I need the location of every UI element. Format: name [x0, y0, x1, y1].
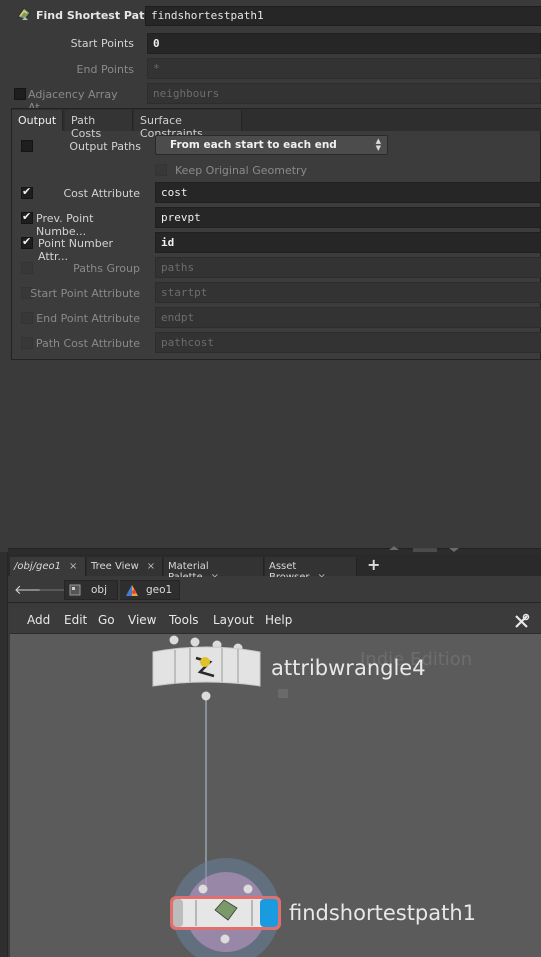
keep-original-geometry-checkbox[interactable]	[155, 164, 167, 176]
output-tab-folder: Output Path Costs Surface Constraints Ou…	[11, 108, 541, 360]
close-tab-icon[interactable]: ×	[147, 561, 155, 572]
pane-tab-label: /obj/geo1	[14, 561, 61, 572]
add-tab-icon[interactable]: +	[367, 555, 380, 574]
menu-layout[interactable]: Layout	[213, 613, 254, 627]
start-point-attribute-label: Start Point Attribute	[30, 287, 140, 300]
findshortestpath1-node	[170, 858, 281, 957]
point-number-attribute-field[interactable]: id	[155, 232, 541, 253]
find-shortest-path-icon	[17, 7, 31, 20]
prev-point-number-label: Prev. Point Numbe...	[36, 212, 94, 238]
pane-tab-asset-browser[interactable]: Asset Browser×	[265, 557, 357, 583]
collapse-down-icon[interactable]	[448, 547, 460, 553]
start-points-label: Start Points	[70, 37, 134, 50]
pane-tab-material-palette[interactable]: Material Palette×	[164, 557, 264, 583]
path-bar: 🡐 🡒 obj geo1	[8, 577, 541, 603]
point-number-attribute-label: Point Number Attr...	[38, 237, 113, 263]
drag-handle-icon[interactable]	[413, 548, 437, 552]
tab-output[interactable]: Output	[12, 110, 63, 131]
keep-original-geometry-label: Keep Original Geometry	[175, 164, 308, 177]
output-paths-label: Output Paths	[69, 140, 141, 153]
breadcrumb-label: geo1	[146, 584, 173, 596]
menu-view[interactable]: View	[128, 613, 156, 627]
node-label-findshortestpath1[interactable]: findshortestpath1	[289, 901, 476, 925]
end-points-field[interactable]: *	[147, 58, 541, 79]
adjacency-array-field[interactable]: neighbours	[147, 83, 541, 104]
menu-edit[interactable]: Edit	[64, 613, 87, 627]
point-number-attribute-checkbox[interactable]	[21, 235, 33, 249]
menu-tools[interactable]: Tools	[169, 613, 199, 627]
tab-strip: Output Path Costs Surface Constraints	[12, 109, 541, 140]
paths-group-label: Paths Group	[73, 262, 140, 275]
node-name-field[interactable]: findshortestpath1	[145, 6, 541, 26]
menu-add[interactable]: Add	[27, 613, 50, 627]
prev-point-number-checkbox[interactable]	[21, 210, 33, 224]
pane-tab-bar: /obj/geo1× Tree View× Material Palette× …	[8, 554, 541, 583]
network-menu-bar: Add Edit Go View Tools Layout Help	[10, 608, 541, 634]
tab-surface-constraints[interactable]: Surface Constraints	[134, 110, 242, 140]
cost-attribute-field[interactable]: cost	[155, 182, 541, 203]
prev-point-number-field[interactable]: prevpt	[155, 207, 541, 228]
menu-help[interactable]: Help	[265, 613, 292, 627]
breadcrumb-label: obj	[91, 584, 108, 596]
menu-go[interactable]: Go	[98, 613, 115, 627]
end-points-label: End Points	[76, 63, 134, 76]
node-label-attribwrangle4[interactable]: attribwrangle4	[271, 656, 426, 680]
node-header: Find Shortest Path findshortestpath1	[8, 3, 541, 28]
menu-arrows-icon: ▲ ▼	[375, 137, 381, 152]
breadcrumb-geo1[interactable]: geo1	[120, 580, 180, 600]
path-cost-attribute-label: Path Cost Attribute	[35, 337, 140, 350]
geo-node-icon	[126, 585, 138, 596]
start-point-attribute-field[interactable]: startpt	[155, 282, 541, 303]
close-tab-icon[interactable]: ×	[69, 561, 77, 572]
output-paths-menu[interactable]: From each start to each end ▲ ▼	[155, 135, 388, 155]
cost-attribute-label: Cost Attribute	[63, 187, 140, 200]
tools-wrench-icon[interactable]	[513, 613, 530, 630]
end-point-attribute-label: End Point Attribute	[36, 312, 140, 325]
attribwrangle4-node	[152, 635, 288, 701]
lock-icon	[278, 689, 288, 698]
obj-network-icon	[69, 584, 81, 596]
path-cost-attribute-field[interactable]: pathcost	[155, 332, 541, 353]
pane-tab-network[interactable]: /obj/geo1 ×	[10, 557, 86, 576]
collapse-up-icon[interactable]	[388, 545, 400, 551]
breadcrumb-obj[interactable]: obj	[64, 580, 118, 600]
output-paths-value: From each start to each end	[170, 139, 337, 151]
paths-group-field[interactable]: paths	[155, 257, 541, 278]
display-flag	[260, 899, 278, 927]
parameter-pane: Find Shortest Path findshortestpath1 Sta…	[0, 0, 541, 552]
pane-tab-tree-view[interactable]: Tree View ×	[87, 557, 163, 576]
node-type-label: Find Shortest Path	[36, 9, 153, 22]
end-point-attribute-field[interactable]: endpt	[155, 307, 541, 328]
pane-tab-label: Tree View	[91, 561, 139, 572]
tab-path-costs[interactable]: Path Costs	[65, 110, 133, 140]
network-editor-canvas[interactable]: Indie Edition attribwrangle4 findshortes…	[10, 634, 541, 957]
adjacency-array-checkbox[interactable]	[14, 88, 26, 100]
start-points-field[interactable]: 0	[147, 33, 541, 54]
